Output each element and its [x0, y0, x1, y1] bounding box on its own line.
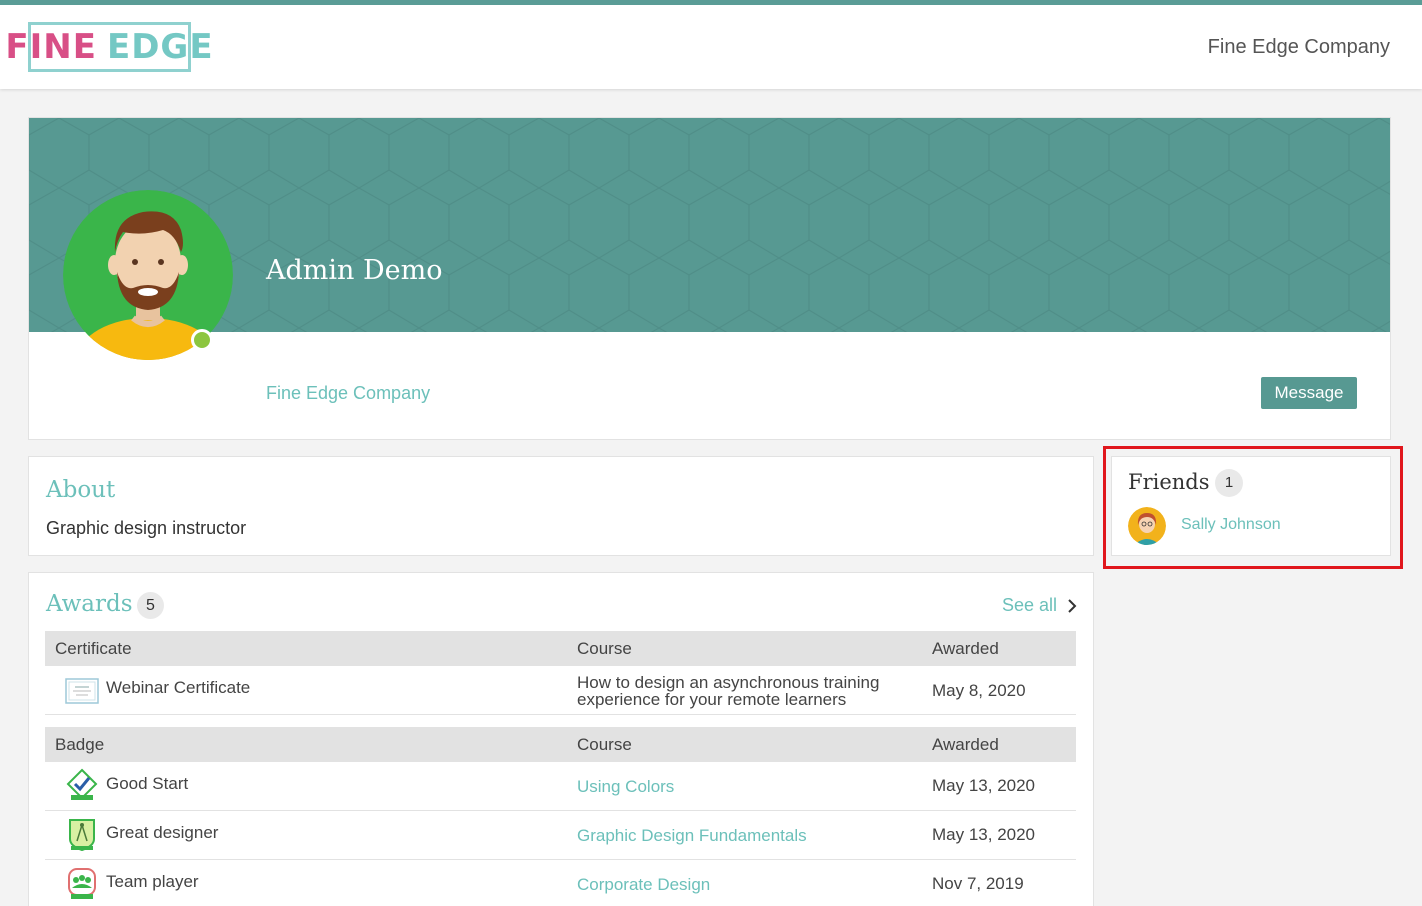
see-all-link[interactable]: See all: [1002, 595, 1077, 616]
certificate-course: How to design an asynchronous training e…: [577, 673, 880, 709]
badge-row[interactable]: Good Start Using Colors May 13, 2020: [45, 762, 1076, 811]
certificate-icon: [65, 678, 99, 704]
banner-pattern: [29, 118, 1390, 332]
header-course: Course: [577, 639, 632, 658]
profile-banner: Admin Demo: [29, 118, 1390, 332]
badge-row[interactable]: Team player Corporate Design Nov 7, 2019: [45, 860, 1076, 906]
badge-date: May 13, 2020: [932, 776, 1036, 795]
certificates-table-header: Certificate Course Awarded: [45, 631, 1076, 666]
certificate-name: Webinar Certificate: [106, 678, 251, 697]
awards-card: Awards 5 See all Certificate Course Awar…: [28, 572, 1094, 906]
awards-title: Awards: [46, 591, 133, 617]
profile-company-link[interactable]: Fine Edge Company: [266, 383, 430, 404]
badge-row[interactable]: Great designer Graphic Design Fundamenta…: [45, 811, 1076, 860]
top-navbar: FINE EDGE Fine Edge Company: [0, 0, 1422, 89]
badge-date: Nov 7, 2019: [932, 874, 1024, 893]
checkmark-badge-icon: [66, 768, 98, 800]
profile-card: Admin Demo Fine Edge Company Message: [28, 117, 1391, 440]
badge-name: Great designer: [106, 823, 219, 842]
about-text: Graphic design instructor: [46, 518, 247, 538]
certificate-date: May 8, 2020: [932, 681, 1026, 700]
logo-text-edge: EDGE: [106, 27, 214, 67]
about-card: About Graphic design instructor: [28, 456, 1094, 556]
badge-name: Team player: [106, 872, 199, 891]
fine-edge-logo[interactable]: FINE EDGE: [5, 22, 213, 72]
badge-name: Good Start: [106, 774, 189, 793]
profile-name: Admin Demo: [266, 255, 443, 286]
header-badge: Badge: [55, 735, 105, 754]
header-certificate: Certificate: [55, 639, 132, 658]
highlight-box: [1103, 446, 1403, 569]
header-course: Course: [577, 735, 632, 754]
online-status-indicator: [191, 329, 213, 351]
message-button[interactable]: Message: [1261, 377, 1357, 409]
see-all-label: See all: [1002, 595, 1058, 615]
badge-course-link[interactable]: Using Colors: [577, 778, 674, 795]
awards-count-badge: 5: [137, 592, 164, 619]
about-title: About: [46, 477, 116, 503]
certificate-row[interactable]: Webinar Certificate How to design an asy…: [45, 666, 1076, 715]
chevron-right-icon: [1068, 598, 1077, 613]
header-company-name: Fine Edge Company: [1207, 36, 1390, 58]
logo-text-fine: FINE: [5, 27, 97, 67]
compass-badge-icon: [69, 819, 95, 851]
badge-date: May 13, 2020: [932, 825, 1036, 844]
badge-course-link[interactable]: Graphic Design Fundamentals: [577, 827, 807, 844]
header-awarded: Awarded: [932, 639, 999, 658]
badge-course-link[interactable]: Corporate Design: [577, 876, 710, 893]
badges-table-header: Badge Course Awarded: [45, 727, 1076, 762]
header-awarded: Awarded: [932, 735, 999, 754]
team-badge-icon: [68, 868, 96, 899]
